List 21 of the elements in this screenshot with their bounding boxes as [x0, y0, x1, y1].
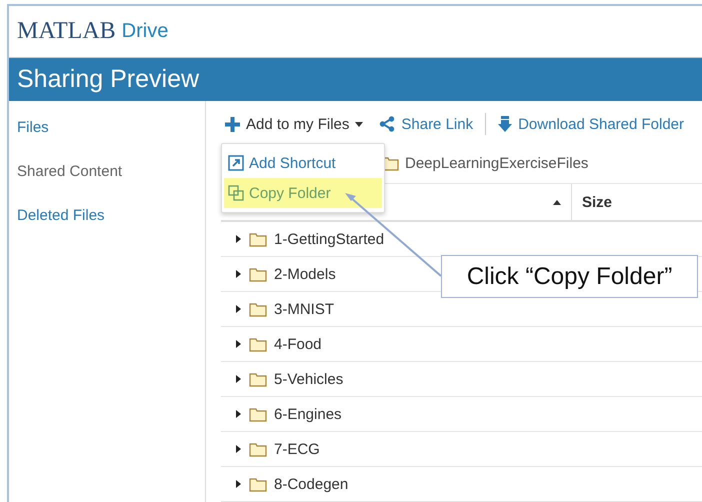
add-button[interactable]: Add to my Files	[221, 116, 368, 132]
folder-name[interactable]: 4-Food	[274, 336, 322, 352]
menu-item[interactable]: Add Shortcut	[224, 148, 382, 178]
folder-name[interactable]: 7-ECG	[274, 440, 320, 458]
folder-name[interactable]: 6-Engines	[274, 406, 342, 422]
page-title: Sharing Preview	[17, 65, 200, 94]
folder-name[interactable]: 2-Models	[274, 266, 336, 282]
logo: MATLAB	[17, 18, 116, 46]
callout-text: Click “Copy Folder”	[441, 255, 698, 298]
share-button[interactable]: Share Link	[375, 116, 478, 132]
column-header[interactable]: Size	[572, 194, 612, 210]
folder-name[interactable]: 5-Vehicles	[274, 370, 344, 388]
sidebar-item[interactable]: Deleted Files	[17, 207, 205, 224]
download-button[interactable]: Download Shared Folder	[494, 116, 688, 132]
breadcrumb-folder[interactable]: DeepLearningExerciseFiles	[405, 154, 588, 172]
sidebar-item[interactable]: Files	[17, 119, 205, 136]
folder-name[interactable]: 3-MNIST	[274, 300, 334, 318]
folder-name[interactable]: 1-GettingStarted	[274, 230, 384, 248]
folder-name[interactable]: 8-Codegen	[274, 476, 348, 492]
sidebar-item[interactable]: Shared Content	[17, 163, 205, 180]
product-name: Drive	[122, 20, 168, 44]
